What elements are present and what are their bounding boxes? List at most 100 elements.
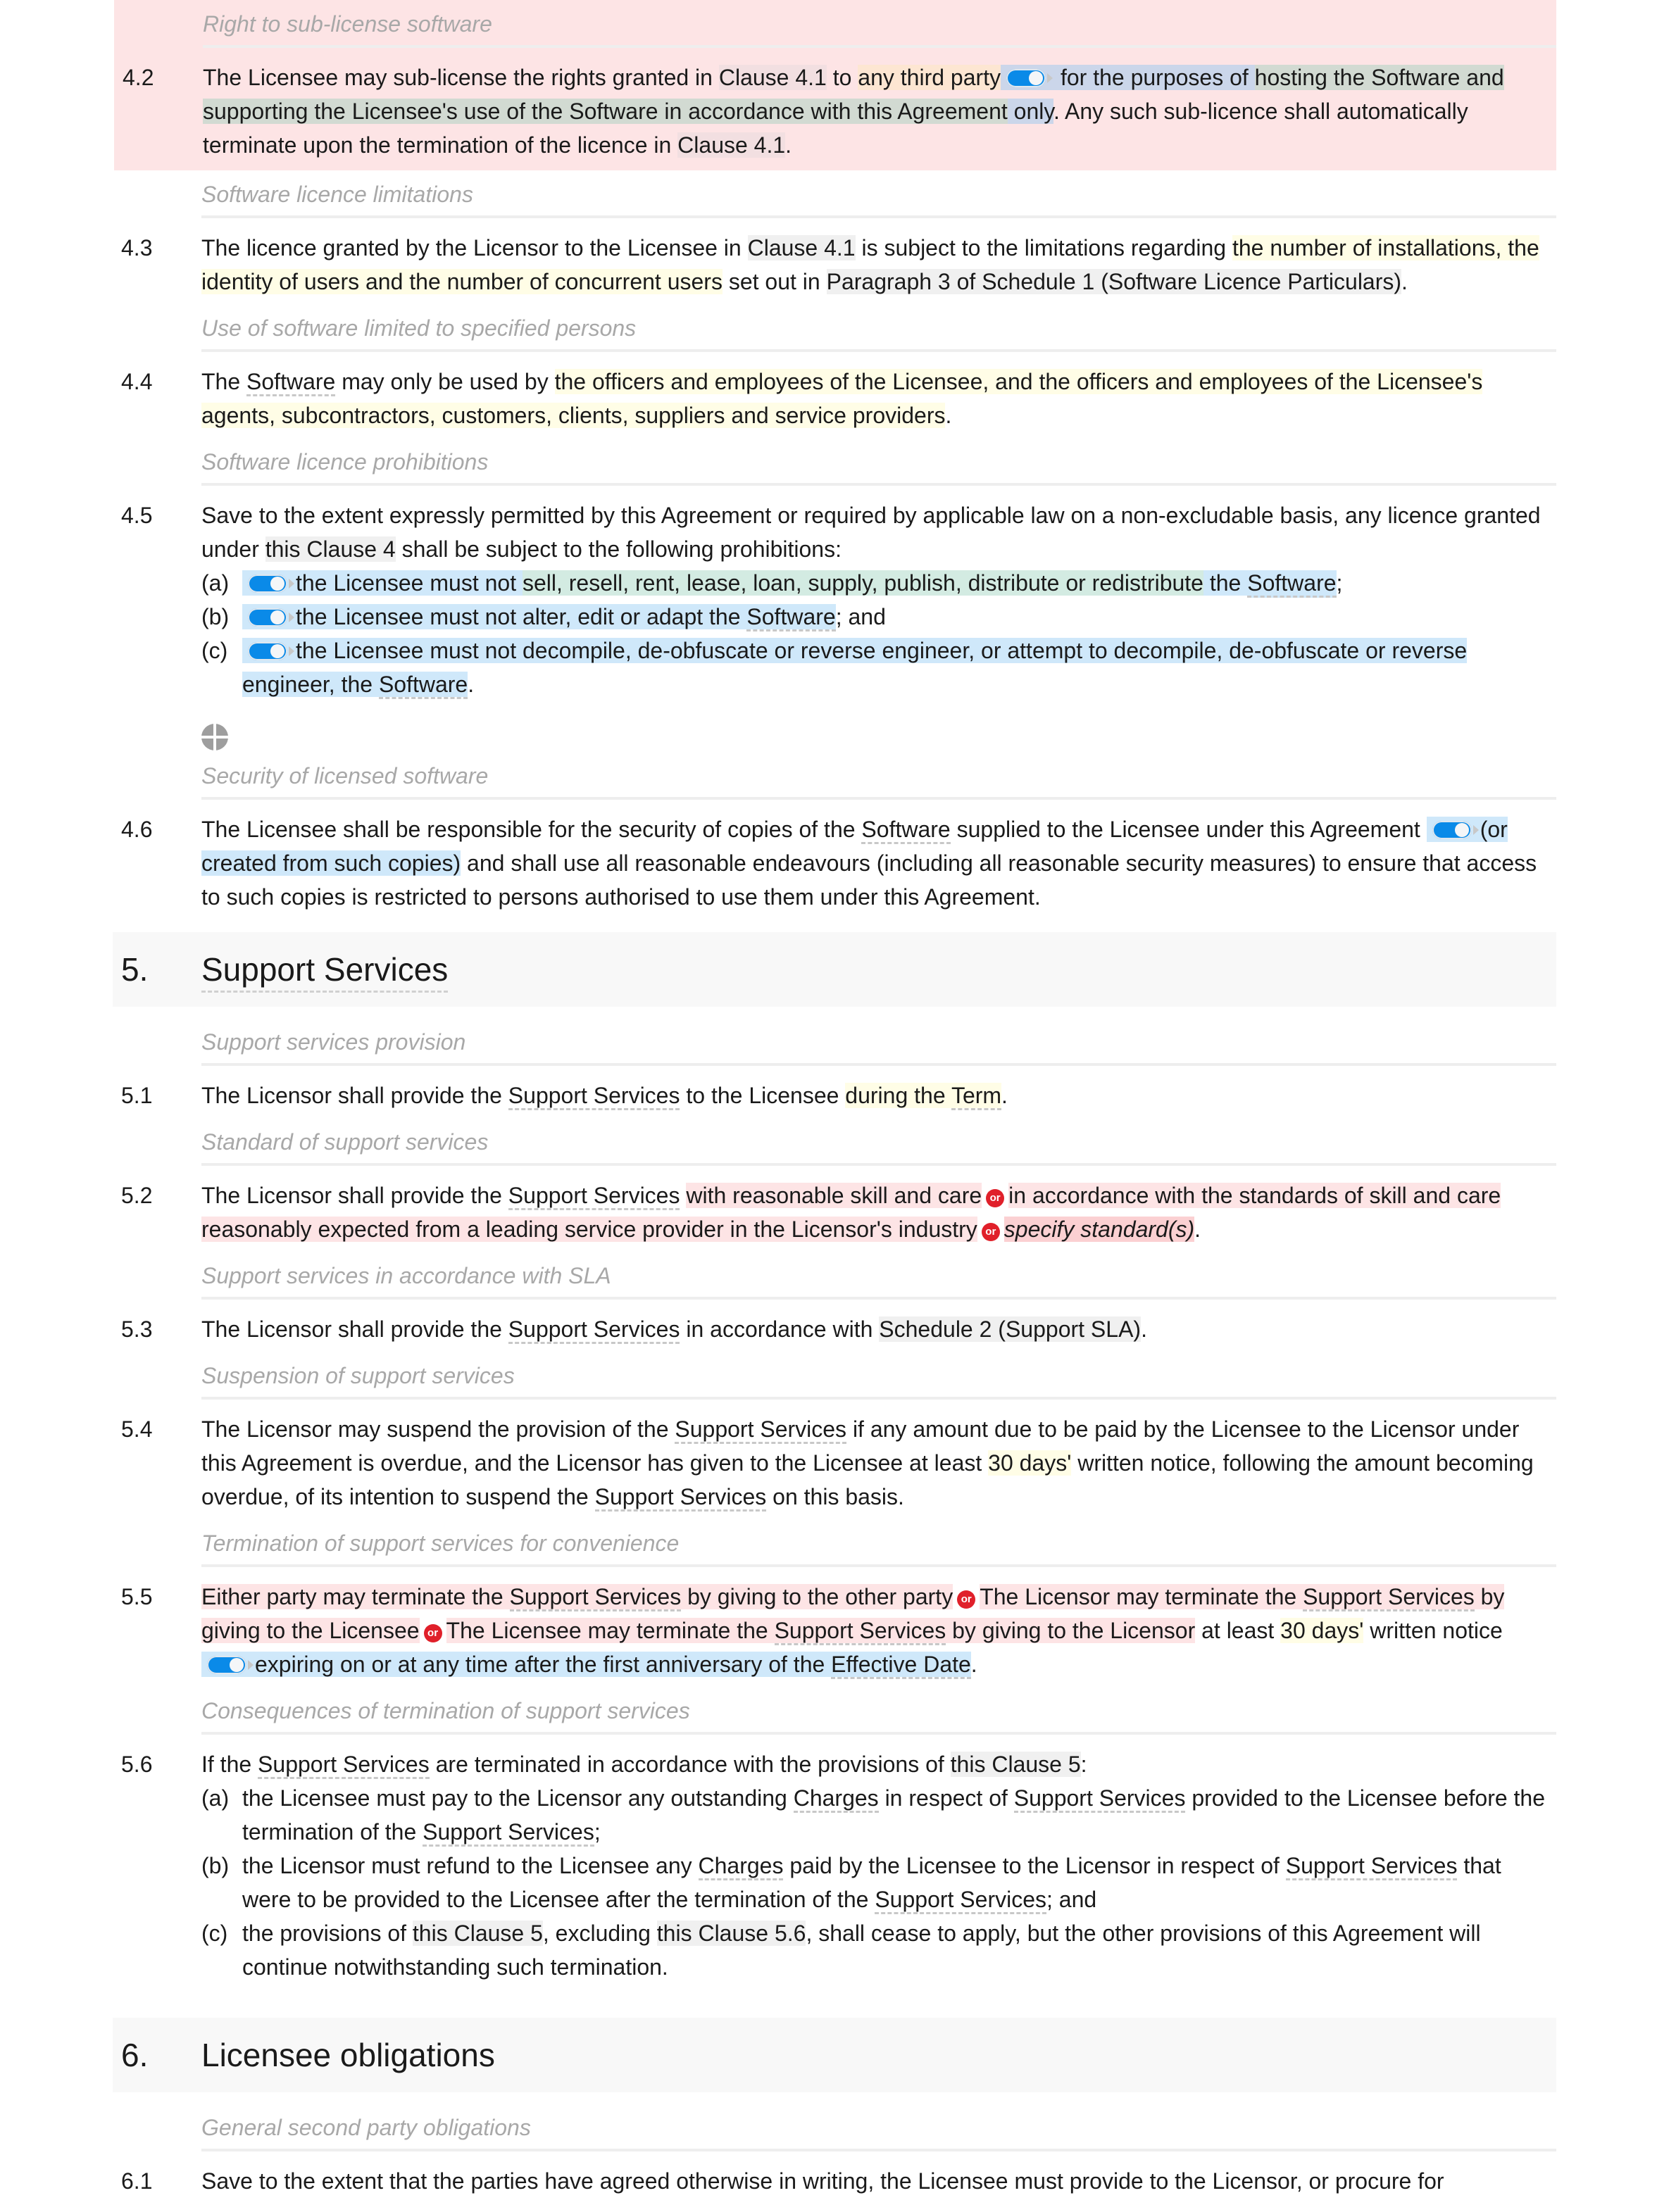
text: , excluding [542,1921,657,1946]
text: . [1401,269,1408,294]
clause-number: 6.1 [121,2168,153,2194]
text: The [201,369,247,394]
clause-4-2: 4.2 The Licensee may sub-license the rig… [114,48,1556,168]
text: ; [1336,570,1343,596]
clause-text: The Licensor may suspend the provision o… [201,1412,1556,1514]
defined-term[interactable]: Software [246,369,336,396]
defined-term[interactable]: Support Services [508,1316,680,1344]
or-badge[interactable]: or [986,1189,1005,1207]
text: The Licensor shall provide the [201,1083,508,1108]
text: in accordance with [680,1316,880,1342]
alternative-option[interactable]: The Licensee may terminate the Support S… [446,1618,1196,1645]
or-badge[interactable]: or [957,1590,976,1609]
toggle-knob [270,577,284,591]
defined-term[interactable]: Effective Date [831,1652,971,1679]
cross-reference[interactable]: Paragraph 3 of Schedule 1 (Software Lice… [826,269,1402,294]
cross-reference[interactable]: this Clause 4 [265,536,396,562]
defined-term[interactable]: Support Services [258,1752,430,1779]
defined-term[interactable]: Support Services [1013,1785,1186,1813]
text: ; and [1046,1887,1097,1912]
toggle-switch[interactable] [207,1656,254,1674]
text: by giving to the other party [681,1584,953,1609]
cross-reference[interactable]: this Clause 5.6 [656,1921,806,1946]
alternative-option[interactable]: with reasonable skill and care [686,1183,982,1208]
clause-number: 4.2 [123,65,154,90]
clause-4-2-block: Right to sub-license software 4.2 The Li… [114,0,1556,170]
defined-term[interactable]: Software [861,817,951,844]
subheading: Standard of support services [201,1129,489,1155]
cross-reference[interactable]: Clause 4.1 [718,65,827,90]
clause-text: The Software may only be used by the off… [201,365,1556,432]
text: set out in [722,269,827,294]
text: supplied to the Licensee under this Agre… [950,817,1427,842]
expand-arrow-icon [289,579,294,589]
add-clause-icon[interactable] [201,724,230,752]
text: The Licensor shall provide the [201,1316,508,1342]
defined-term[interactable]: Support Services [509,1584,682,1611]
toggle-switch[interactable] [248,608,294,627]
optional-text: expiring on or at any time after the fir… [255,1652,832,1677]
toggle-knob [230,1658,244,1672]
alternative-option[interactable]: specify standard(s) [1003,1217,1195,1242]
subclause-text: the Licensee must not alter, edit or ada… [242,600,1551,634]
subclause-label: (a) [201,1785,230,1811]
clause-4-4: 4.4 The Software may only be used by the… [113,352,1556,438]
section-title-text[interactable]: Support Services [201,951,449,993]
or-badge[interactable]: or [423,1624,442,1642]
defined-term[interactable]: Term [951,1083,1002,1110]
clause-text: Either party may terminate the Support S… [201,1580,1556,1681]
document: Right to sub-license software 4.2 The Li… [113,0,1556,2204]
expand-arrow-icon [289,646,294,656]
cross-reference[interactable]: Clause 4.1 [747,235,856,260]
cross-reference[interactable]: Schedule 2 (Support SLA) [879,1316,1142,1342]
variable-text[interactable]: sell, resell, rent, lease, loan, supply,… [522,570,1203,596]
cross-reference[interactable]: Clause 4.1 [677,132,786,158]
cross-reference[interactable]: this Clause 5 [950,1752,1081,1777]
section-title-text: Licensee obligations [201,2037,495,2073]
text: The Licensee shall be responsible for th… [201,817,862,842]
defined-term[interactable]: Software [1247,570,1337,598]
defined-term[interactable]: Support Services [508,1083,680,1110]
toggle-knob [1029,71,1044,85]
defined-term[interactable]: Support Services [1285,1853,1458,1880]
toggle-switch[interactable] [1432,821,1479,839]
text: the Licensor must refund to the Licensee… [242,1853,699,1878]
clause-4-3: 4.3 The licence granted by the Licensor … [113,218,1556,304]
defined-term[interactable]: Support Services [1303,1584,1475,1611]
defined-term[interactable]: Support Services [675,1416,847,1444]
text: ; and [835,604,886,629]
text: written notice [1363,1618,1503,1643]
toggle-switch[interactable] [248,574,294,593]
or-badge[interactable]: or [981,1223,1000,1241]
defined-term[interactable]: Support Services [423,1819,594,1847]
optional-text[interactable]: any third party [858,65,1001,90]
defined-term[interactable]: Support Services [774,1618,946,1645]
section-title: Support Services [180,950,449,993]
clause-5-3: 5.3 The Licensor shall provide the Suppo… [113,1300,1556,1352]
optional-text[interactable]: only [1007,99,1053,124]
cross-reference[interactable]: this Clause 5 [412,1921,543,1946]
text: The Licensee may terminate the [446,1618,775,1643]
defined-term[interactable]: Support Services [875,1887,1046,1914]
text: The Licensor may terminate the [980,1584,1303,1609]
variable-text[interactable]: during the Term [845,1083,1002,1110]
clause-number: 5.6 [121,1752,153,1777]
defined-term[interactable]: Software [378,672,468,699]
text: the Licensee must pay to the Licensor an… [242,1785,794,1811]
defined-term[interactable]: Software [746,604,836,631]
optional-text: the [1203,570,1248,596]
defined-term[interactable]: Charges [698,1853,784,1880]
toggle-switch[interactable] [1006,69,1053,87]
variable-text[interactable]: 30 days' [1280,1618,1364,1643]
clause-4-5: 4.5 Save to the extent expressly permitt… [113,486,1556,707]
toggle-switch[interactable] [248,642,294,660]
defined-term[interactable]: Support Services [594,1484,767,1512]
text: : [1080,1752,1087,1777]
defined-term[interactable]: Charges [793,1785,879,1813]
defined-term[interactable]: Support Services [508,1183,680,1210]
optional-group: expiring on or at any time after the fir… [201,1652,971,1679]
alternative-option[interactable]: Either party may terminate the Support S… [201,1584,953,1611]
variable-text[interactable]: 30 days' [988,1450,1072,1476]
text: on this basis. [766,1484,904,1509]
text: Either party may terminate the [201,1584,510,1609]
